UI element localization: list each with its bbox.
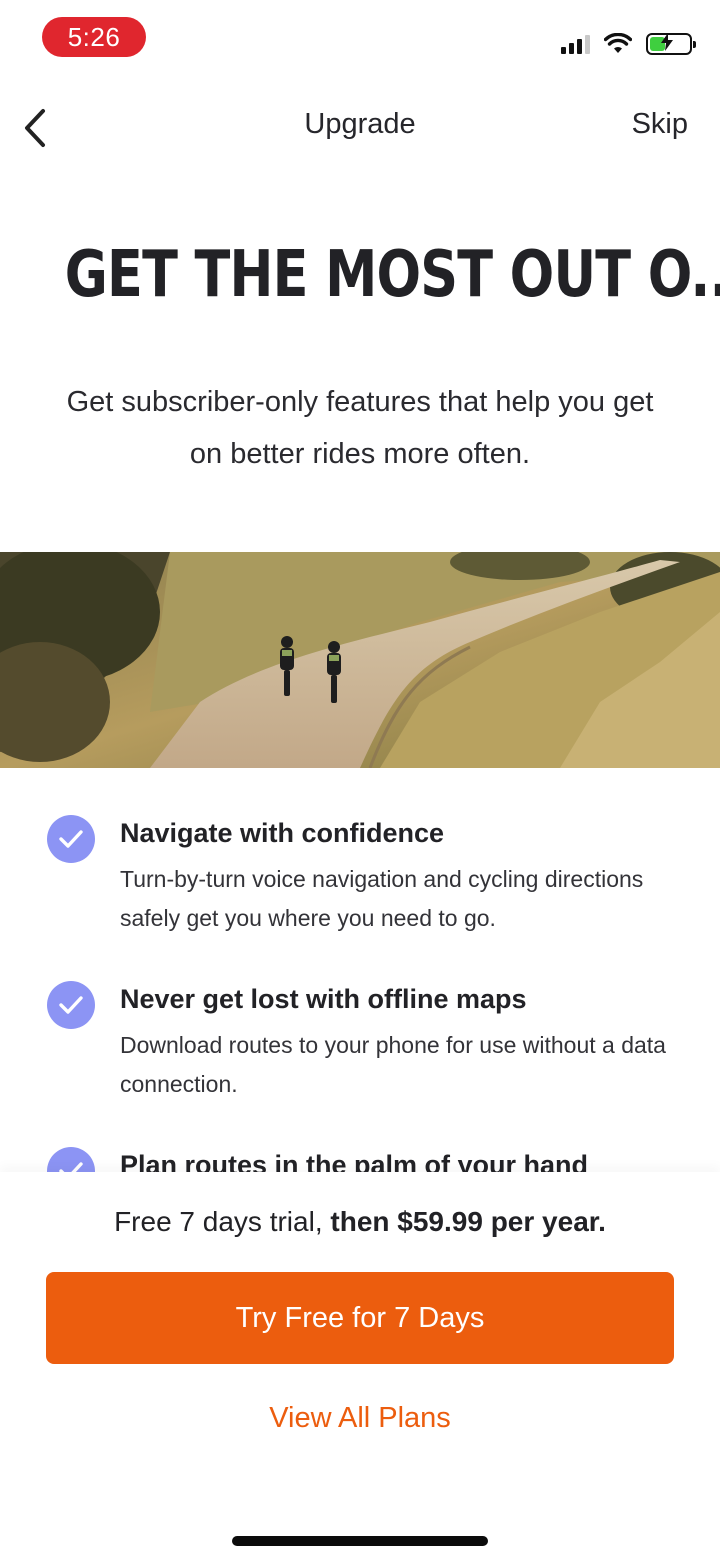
cellular-signal-icon [561,34,590,54]
home-indicator[interactable] [232,1536,488,1546]
subtitle: Get subscriber-only features that help y… [66,386,654,470]
try-free-button[interactable]: Try Free for 7 Days [46,1272,674,1364]
wifi-icon [604,33,632,53]
feature-title: Plan routes in the palm of your hand [120,1150,589,1172]
feature-title: Never get lost with offline maps [120,984,527,1014]
status-time: 5:26 [42,17,146,57]
page-title: Upgrade [304,108,416,140]
nav-bar: Upgrade Skip [0,90,720,166]
feature-description: Turn-by-turn voice navigation and cyclin… [120,866,644,931]
check-circle-icon [47,815,95,863]
trial-pricing-text: Free 7 days trial, then $59.99 per year. [0,1206,720,1238]
status-icons [561,30,696,58]
feature-title: Navigate with confidence [120,818,445,848]
charging-bolt-icon [661,33,673,51]
trial-price: then $59.99 per year. [330,1206,606,1237]
pricing-panel: Free 7 days trial, then $59.99 per year.… [0,1172,720,1560]
headline: GET THE MOST OUT O... [64,238,720,312]
view-all-plans-link[interactable]: View All Plans [0,1402,720,1435]
status-bar: 5:26 [0,0,720,80]
skip-button[interactable]: Skip [632,108,688,141]
check-circle-icon [47,1147,95,1172]
battery-icon [646,33,696,55]
trial-prefix: Free 7 days trial, [114,1206,331,1237]
feature-description: Download routes to your phone for use wi… [120,1032,666,1097]
hero-image [0,552,720,768]
cyclists-gravel-road-image [0,552,720,768]
check-circle-icon [47,981,95,1029]
feature-list: Navigate with confidence Turn-by-turn vo… [0,808,720,1172]
